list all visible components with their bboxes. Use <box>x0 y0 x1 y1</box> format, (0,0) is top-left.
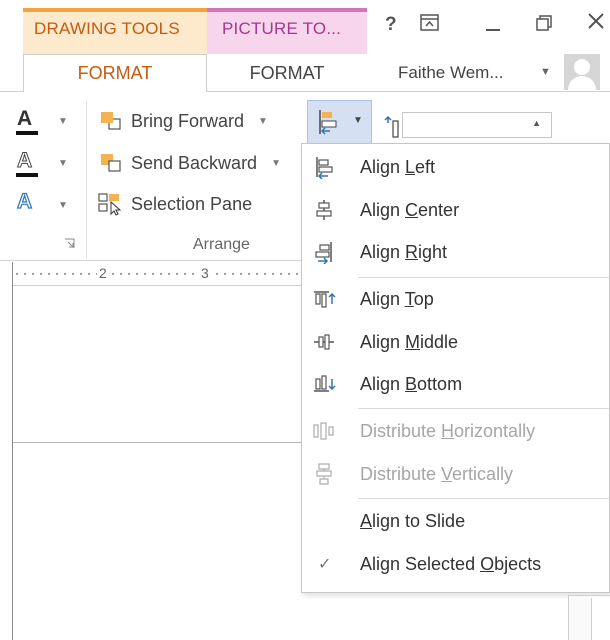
menu-item-align-right[interactable]: Align Right <box>302 232 610 272</box>
align-center-label: Align Center <box>360 199 460 220</box>
send-backward-icon <box>97 150 127 176</box>
align-to-slide-label: Align to Slide <box>360 510 466 531</box>
align-left-label: Align Left <box>360 156 436 177</box>
ruler-label-2: 2 <box>97 265 109 281</box>
text-fill-color-bar <box>16 131 38 135</box>
menu-item-align-center[interactable]: Align Center <box>302 190 610 230</box>
slide-edge <box>13 442 313 443</box>
slide-pane-border <box>12 262 13 640</box>
text-outline-color-bar <box>16 173 38 177</box>
distribute-horizontally-label: Distribute Horizontally <box>360 420 536 441</box>
menu-item-align-left[interactable]: Align Left <box>302 147 610 187</box>
bring-forward-chevron-down-icon[interactable]: ▼ <box>258 116 268 127</box>
text-outline-chevron-down-icon[interactable]: ▼ <box>58 158 68 169</box>
menu-separator <box>358 498 610 499</box>
send-backward-chevron-down-icon[interactable]: ▼ <box>271 158 281 169</box>
align-icon <box>319 110 337 135</box>
align-left-icon <box>316 157 333 179</box>
picture-tools-label: PICTURE TO... <box>222 19 342 38</box>
send-backward-label: Send Backward <box>131 152 258 173</box>
tab-drawing-format[interactable]: FORMAT <box>23 54 207 92</box>
avatar[interactable] <box>564 54 600 90</box>
text-outline-icon[interactable]: A <box>16 149 32 173</box>
distribute-vertically-icon <box>316 463 332 485</box>
horizontal-ruler: 2 3 <box>13 262 313 286</box>
menu-item-align-middle[interactable]: Align Middle <box>302 322 610 362</box>
align-middle-icon <box>314 334 334 350</box>
restore-window-icon[interactable] <box>535 14 553 38</box>
align-bottom-label: Align Bottom <box>360 373 463 394</box>
close-icon[interactable] <box>586 11 606 37</box>
user-name[interactable]: Faithe Wem... <box>398 63 504 83</box>
ribbon-display-options-icon[interactable] <box>420 14 440 38</box>
align-button[interactable]: ▼ <box>307 100 372 144</box>
send-backward-button[interactable]: Send Backward ▼ <box>97 150 281 176</box>
menu-item-align-selected-objects[interactable]: ✓ Align Selected Objects <box>302 544 610 584</box>
align-center-icon <box>316 200 332 220</box>
selection-pane-icon <box>97 191 127 217</box>
ruler-label-3: 3 <box>199 265 211 281</box>
align-top-label: Align Top <box>360 288 434 309</box>
ribbon-group-divider <box>86 101 87 259</box>
menu-separator <box>358 277 610 278</box>
text-fill-chevron-down-icon[interactable]: ▼ <box>58 116 68 127</box>
distribute-vertically-label: Distribute Vertically <box>360 463 514 484</box>
shape-height-icon <box>384 115 400 144</box>
drawing-tools-label: DRAWING TOOLS <box>34 19 180 38</box>
bring-forward-label: Bring Forward <box>131 110 245 131</box>
tab-picture-format[interactable]: FORMAT <box>207 54 367 92</box>
selection-pane-label: Selection Pane <box>131 193 253 214</box>
align-middle-label: Align Middle <box>360 331 459 352</box>
menu-item-distribute-horizontally: Distribute Horizontally <box>302 411 610 451</box>
shape-height-input[interactable]: ▲ <box>402 112 552 138</box>
menu-item-distribute-vertically: Distribute Vertically <box>302 454 610 494</box>
text-fill-icon[interactable]: A <box>17 107 32 131</box>
align-bottom-icon <box>314 375 336 392</box>
check-icon: ✓ <box>318 556 332 573</box>
spin-up-icon[interactable]: ▲ <box>532 118 541 128</box>
menu-item-align-bottom[interactable]: Align Bottom <box>302 364 610 404</box>
menu-separator <box>358 408 610 409</box>
text-effects-icon[interactable]: A <box>16 189 32 214</box>
align-selected-objects-label: Align Selected Objects <box>360 553 542 574</box>
menu-item-align-to-slide[interactable]: Align to Slide <box>302 501 610 541</box>
text-effects-chevron-down-icon[interactable]: ▼ <box>58 200 68 211</box>
align-right-icon <box>315 242 332 264</box>
selection-pane-button[interactable]: Selection Pane <box>97 191 252 217</box>
distribute-horizontally-icon <box>313 422 334 440</box>
help-icon[interactable]: ? <box>385 14 397 36</box>
bring-forward-button[interactable]: Bring Forward ▼ <box>97 108 268 134</box>
minimize-icon[interactable] <box>484 8 502 44</box>
align-menu: Align Left Align Center Align Right Alig… <box>301 143 610 593</box>
align-chevron-down-icon: ▼ <box>353 115 363 126</box>
menu-item-align-top[interactable]: Align Top <box>302 279 610 319</box>
thumbnail-fragment <box>591 598 610 640</box>
arrange-group-label: Arrange <box>193 236 250 253</box>
bring-forward-icon <box>97 108 127 134</box>
wordart-styles-launcher-icon[interactable] <box>64 238 75 252</box>
user-menu-chevron-down-icon[interactable]: ▼ <box>540 66 551 78</box>
align-right-label: Align Right <box>360 241 448 262</box>
align-top-icon <box>314 291 336 308</box>
